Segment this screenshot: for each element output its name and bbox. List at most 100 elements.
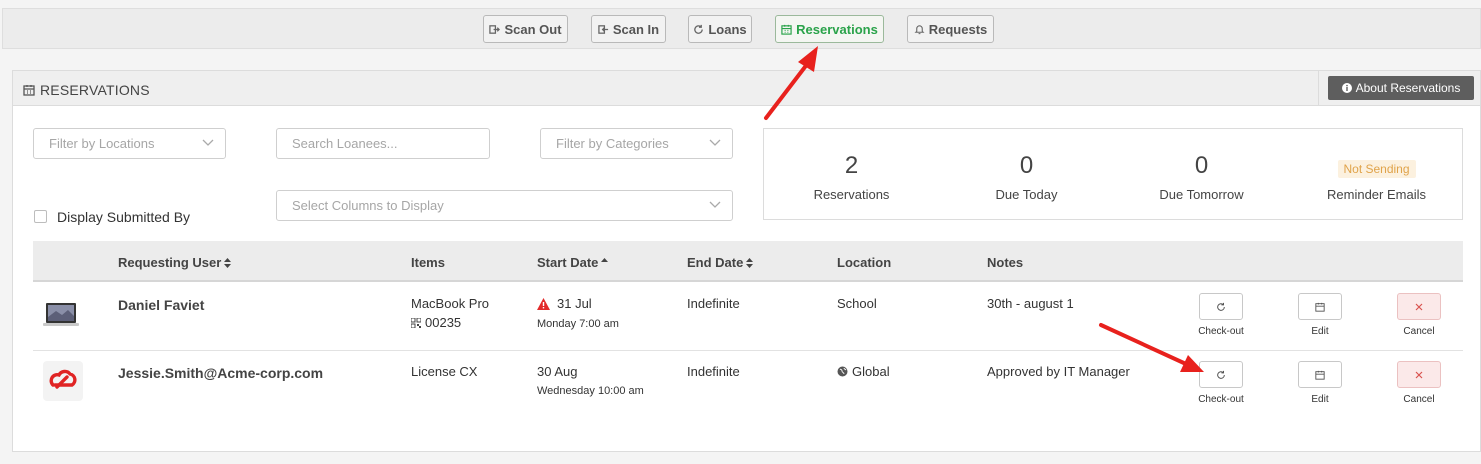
sign-out-icon xyxy=(489,24,501,34)
stat-due-tomorrow: 0 Due Tomorrow xyxy=(1114,129,1289,221)
stat-label: Reservations xyxy=(813,187,890,202)
bell-icon xyxy=(914,24,925,34)
not-sending-badge: Not Sending xyxy=(1337,160,1416,178)
requesting-user[interactable]: Jessie.Smith@Acme-corp.com xyxy=(118,365,323,381)
loans-label: Loans xyxy=(708,21,747,37)
refresh-icon xyxy=(1217,302,1225,311)
location: School xyxy=(837,296,877,311)
stat-reminder-emails: Not Sending Reminder Emails xyxy=(1289,129,1464,221)
laptop-thumbnail xyxy=(43,303,79,326)
sort-icon xyxy=(224,257,232,268)
location: Global xyxy=(837,364,890,379)
search-loanees-field[interactable] xyxy=(276,128,490,159)
th-end-date[interactable]: End Date xyxy=(687,255,754,270)
th-location-label: Location xyxy=(837,255,892,270)
panel-header: RESERVATIONS About Reservations xyxy=(13,71,1480,106)
end-date: Indefinite xyxy=(687,296,740,311)
header-divider xyxy=(1318,71,1319,106)
start-date-sub: Wednesday 10:00 am xyxy=(537,385,644,397)
categories-filter[interactable]: Filter by Categories xyxy=(540,128,733,159)
qrcode-icon xyxy=(411,317,421,328)
checkout-button[interactable] xyxy=(1199,293,1243,320)
calendar-icon xyxy=(23,85,35,96)
table-row: Daniel Faviet MacBook Pro 00235 31 Jul M… xyxy=(33,283,1463,351)
th-items-label: Items xyxy=(411,255,445,270)
notes: 30th - august 1 xyxy=(987,296,1074,311)
checkout-button[interactable] xyxy=(1199,361,1243,388)
scan-in-button[interactable]: Scan In xyxy=(591,15,666,43)
scan-in-label: Scan In xyxy=(612,21,660,37)
edit-label: Edit xyxy=(1311,394,1329,405)
reservations-label: Reservations xyxy=(796,21,878,37)
warning-icon xyxy=(537,297,550,310)
sort-asc-icon xyxy=(601,257,609,262)
table-header: Requesting User Items Start Date End Dat… xyxy=(33,241,1463,282)
table-row: Jessie.Smith@Acme-corp.com License CX 30… xyxy=(33,351,1463,419)
stat-due-today: 0 Due Today xyxy=(939,129,1114,221)
stats-box: 2 Reservations 0 Due Today 0 Due Tomorro… xyxy=(763,128,1463,220)
item-name[interactable]: MacBook Pro xyxy=(411,296,489,311)
stat-reservations: 2 Reservations xyxy=(764,129,939,221)
loans-button[interactable]: Loans xyxy=(688,15,752,43)
th-notes: Notes xyxy=(987,255,1023,270)
refresh-icon xyxy=(694,24,704,34)
th-location: Location xyxy=(837,255,891,270)
sort-icon xyxy=(746,257,754,268)
reservations-button[interactable]: Reservations xyxy=(775,15,884,43)
item-code-text: 00235 xyxy=(425,315,462,330)
search-loanees-input[interactable] xyxy=(292,136,489,151)
start-date-sub: Monday 7:00 am xyxy=(537,318,619,330)
checkout-label: Check-out xyxy=(1198,326,1244,337)
th-notes-label: Notes xyxy=(987,255,1024,270)
columns-select[interactable]: Select Columns to Display xyxy=(276,190,733,221)
notes: Approved by IT Manager xyxy=(987,364,1130,379)
start-date: 30 Aug xyxy=(537,364,578,379)
chevron-down-icon xyxy=(709,201,721,208)
item-code: 00235 xyxy=(411,315,461,330)
refresh-icon xyxy=(1217,370,1225,379)
scan-out-label: Scan Out xyxy=(504,21,562,37)
sign-in-icon xyxy=(598,24,608,34)
categories-filter-placeholder: Filter by Categories xyxy=(556,136,669,151)
about-reservations-label: About Reservations xyxy=(1355,81,1461,95)
stat-value: 2 xyxy=(844,152,859,179)
close-icon xyxy=(1415,303,1423,310)
locations-filter[interactable]: Filter by Locations xyxy=(33,128,226,159)
th-start-date-label: Start Date xyxy=(537,255,599,270)
th-requesting-user[interactable]: Requesting User xyxy=(118,255,232,270)
columns-select-placeholder: Select Columns to Display xyxy=(292,198,444,213)
stat-label: Due Tomorrow xyxy=(1159,187,1244,202)
end-date: Indefinite xyxy=(687,364,740,379)
stat-value: 0 xyxy=(1194,152,1209,179)
cancel-label: Cancel xyxy=(1403,326,1435,337)
edit-button[interactable] xyxy=(1298,293,1342,320)
requests-button[interactable]: Requests xyxy=(907,15,994,43)
edit-label: Edit xyxy=(1311,326,1329,337)
scan-out-button[interactable]: Scan Out xyxy=(483,15,568,43)
requesting-user[interactable]: Daniel Faviet xyxy=(118,297,204,313)
chevron-down-icon xyxy=(202,139,214,146)
edit-button[interactable] xyxy=(1298,361,1342,388)
cancel-button[interactable] xyxy=(1397,361,1441,388)
item-name[interactable]: License CX xyxy=(411,364,477,379)
calendar-icon xyxy=(1315,302,1325,312)
requests-label: Requests xyxy=(928,21,988,37)
stat-value: 0 xyxy=(1019,152,1034,179)
th-requesting-user-label: Requesting User xyxy=(118,255,222,270)
locations-filter-placeholder: Filter by Locations xyxy=(49,136,155,151)
calendar-icon xyxy=(781,24,792,35)
panel-title: RESERVATIONS xyxy=(23,82,150,98)
chevron-down-icon xyxy=(709,139,721,146)
display-submitted-by-checkbox[interactable] xyxy=(34,210,47,223)
start-date: 31 Jul xyxy=(537,296,592,311)
th-end-date-label: End Date xyxy=(687,255,744,270)
top-nav: Scan Out Scan In Loans Reservations Requ… xyxy=(2,8,1481,49)
stat-label: Due Today xyxy=(995,187,1058,202)
reservations-panel: RESERVATIONS About Reservations Filter b… xyxy=(12,70,1481,452)
about-reservations-button[interactable]: About Reservations xyxy=(1328,76,1474,100)
creative-cloud-logo xyxy=(43,361,83,401)
cancel-button[interactable] xyxy=(1397,293,1441,320)
th-start-date[interactable]: Start Date xyxy=(537,255,609,270)
location-text: Global xyxy=(852,364,890,379)
start-date-text: 31 Jul xyxy=(557,296,592,311)
